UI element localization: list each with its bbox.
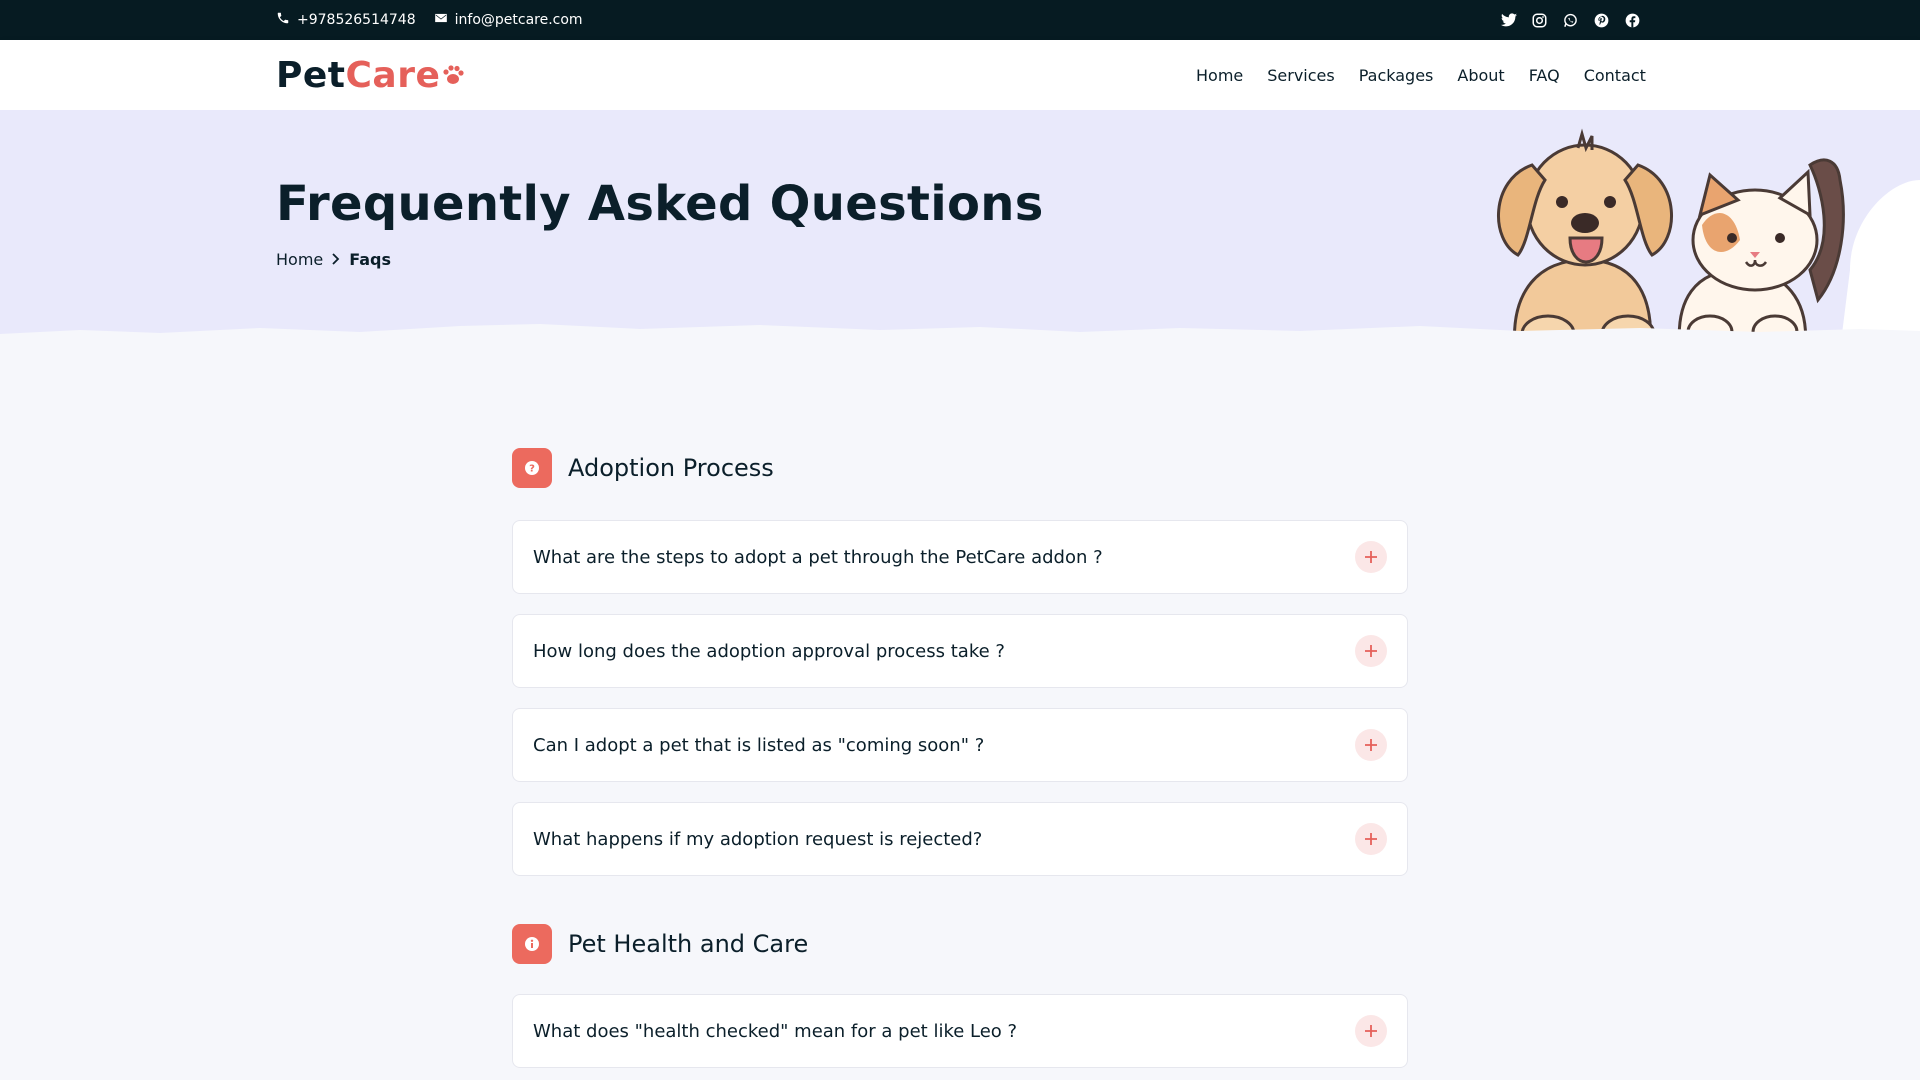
contact-info: +978526514748 info@petcare.com	[276, 0, 583, 40]
faq-question: Can I adopt a pet that is listed as "com…	[533, 734, 985, 756]
nav-home[interactable]: Home	[1196, 66, 1243, 85]
logo-text-pet: Pet	[276, 54, 346, 96]
phone-number: +978526514748	[297, 12, 416, 28]
phone-contact[interactable]: +978526514748	[276, 11, 416, 29]
faq-item[interactable]: Can I adopt a pet that is listed as "com…	[512, 708, 1408, 782]
instagram-icon[interactable]	[1531, 12, 1548, 29]
nav-packages[interactable]: Packages	[1359, 66, 1434, 85]
page-hero: Frequently Asked Questions Home Faqs	[0, 110, 1920, 350]
pinterest-icon[interactable]	[1593, 12, 1610, 29]
info-icon	[512, 924, 552, 964]
twitter-icon[interactable]	[1500, 12, 1517, 29]
nav-faq[interactable]: FAQ	[1529, 66, 1560, 85]
primary-nav: Home Services Packages About FAQ Contact	[1196, 40, 1646, 110]
breadcrumb-home[interactable]: Home	[276, 250, 323, 269]
breadcrumb-current: Faqs	[349, 250, 392, 269]
mail-icon	[434, 11, 448, 29]
nav-services[interactable]: Services	[1267, 66, 1334, 85]
whatsapp-icon[interactable]	[1562, 12, 1579, 29]
section-title: Adoption Process	[568, 454, 774, 482]
petcare-logo[interactable]: Pet Care	[276, 54, 465, 96]
top-bar: +978526514748 info@petcare.com	[0, 0, 1920, 40]
faq-item[interactable]: What happens if my adoption request is r…	[512, 802, 1408, 876]
email-contact[interactable]: info@petcare.com	[434, 11, 583, 29]
email-address: info@petcare.com	[454, 12, 583, 28]
facebook-icon[interactable]	[1624, 12, 1641, 29]
main-navbar: Pet Care Home Services Packages About FAQ…	[0, 40, 1920, 110]
logo-text-care: Care	[345, 54, 441, 96]
plus-icon[interactable]	[1355, 823, 1387, 855]
section-adoption-process: ? Adoption Process	[512, 448, 774, 488]
faq-question: What does "health checked" mean for a pe…	[533, 1020, 1018, 1042]
nav-contact[interactable]: Contact	[1584, 66, 1646, 85]
faq-question: What are the steps to adopt a pet throug…	[533, 546, 1103, 568]
nav-about[interactable]: About	[1457, 66, 1504, 85]
plus-icon[interactable]	[1355, 729, 1387, 761]
chevron-right-icon	[331, 250, 341, 269]
faq-question: How long does the adoption approval proc…	[533, 640, 1005, 662]
faq-item[interactable]: How long does the adoption approval proc…	[512, 614, 1408, 688]
faq-item[interactable]: What are the steps to adopt a pet throug…	[512, 520, 1408, 594]
paw-icon	[442, 55, 465, 96]
social-links	[1500, 0, 1641, 40]
page-title: Frequently Asked Questions	[276, 176, 1044, 232]
question-icon: ?	[512, 448, 552, 488]
faq-question: What happens if my adoption request is r…	[533, 828, 983, 850]
section-title: Pet Health and Care	[568, 930, 809, 958]
section-pet-health-and-care: Pet Health and Care	[512, 924, 808, 964]
plus-icon[interactable]	[1355, 635, 1387, 667]
phone-icon	[276, 11, 290, 29]
plus-icon[interactable]	[1355, 1015, 1387, 1047]
breadcrumb: Home Faqs	[276, 250, 391, 269]
svg-text:?: ?	[529, 464, 535, 475]
faq-item[interactable]: What does "health checked" mean for a pe…	[512, 994, 1408, 1068]
plus-icon[interactable]	[1355, 541, 1387, 573]
torn-edge-divider	[0, 324, 1920, 350]
